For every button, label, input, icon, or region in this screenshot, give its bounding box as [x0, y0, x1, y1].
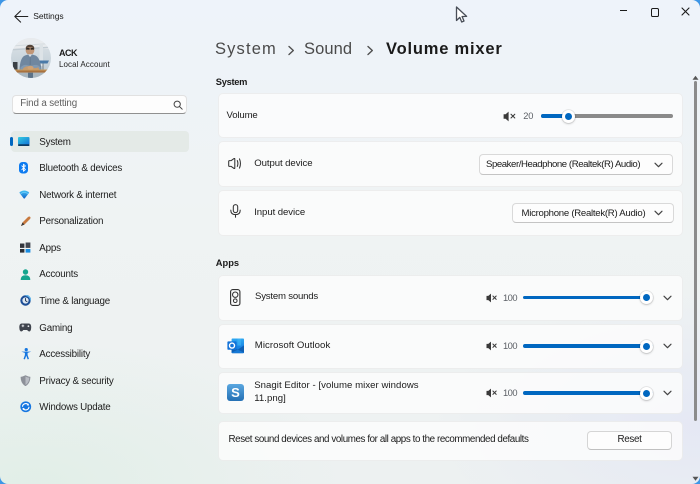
svg-text:S: S: [231, 385, 240, 400]
